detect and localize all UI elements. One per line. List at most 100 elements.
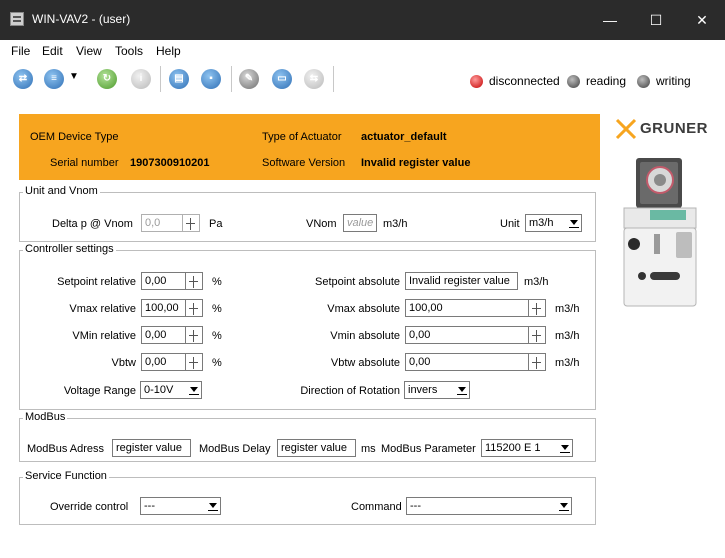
service-function-title: Service Function (23, 470, 109, 482)
direction-rotation-value: invers (408, 384, 438, 396)
title-bar: WIN-VAV2 - (user) — ☐ ✕ (0, 0, 725, 40)
vmax-absolute-spinner[interactable] (529, 299, 546, 317)
device-info-panel (19, 114, 600, 180)
vbtw-spinner[interactable] (186, 353, 203, 371)
app-icon (10, 12, 24, 26)
window-title: WIN-VAV2 - (user) (32, 12, 131, 26)
disconnected-label: disconnected (489, 74, 560, 88)
direction-rotation-label: Direction of Rotation (300, 385, 400, 397)
software-version-label: Software Version (262, 157, 346, 169)
vbtw-unit: % (212, 357, 222, 369)
vbtw-absolute-unit: m3/h (555, 357, 580, 369)
vmax-relative-unit: % (212, 303, 222, 315)
command-select[interactable]: --- (406, 497, 572, 515)
setpoint-relative-field[interactable]: 0,00 (141, 272, 186, 290)
modbus-delay-label: ModBus Delay (199, 443, 271, 455)
vmin-absolute-spinner[interactable] (529, 326, 546, 344)
vbtw-field[interactable]: 0,00 (141, 353, 186, 371)
vbtw-label: Vbtw (111, 357, 136, 369)
override-control-select[interactable]: --- (140, 497, 221, 515)
toolbar-separator (231, 66, 232, 92)
controller-settings-title: Controller settings (23, 243, 116, 255)
vmax-absolute-unit: m3/h (555, 303, 580, 315)
writing-led-icon (637, 75, 650, 88)
vbtw-absolute-label: Vbtw absolute (330, 357, 400, 369)
vnom-unit: m3/h (383, 218, 408, 230)
reading-label: reading (586, 74, 627, 88)
info-icon[interactable]: i (131, 69, 151, 89)
maximize-button[interactable]: ☐ (633, 0, 679, 40)
vmax-relative-label: Vmax relative (69, 303, 136, 315)
toolbar-dropdown-arrow[interactable]: ▼ (69, 71, 79, 82)
vmin-relative-spinner[interactable] (186, 326, 203, 344)
command-value: --- (410, 500, 421, 512)
toolbar-separator (333, 66, 334, 92)
menu-tools[interactable]: Tools (115, 44, 143, 58)
actuator-type-value: actuator_default (361, 131, 447, 143)
modbus-address-field[interactable]: register value (112, 439, 191, 457)
setpoint-absolute-field[interactable]: Invalid register value (405, 272, 518, 290)
setpoint-absolute-unit: m3/h (524, 276, 549, 288)
vbtw-absolute-spinner[interactable] (529, 353, 546, 371)
connect-icon[interactable]: ⇄ (13, 69, 33, 89)
override-control-value: --- (144, 500, 155, 512)
menu-file[interactable]: File (11, 44, 30, 58)
vmin-absolute-unit: m3/h (555, 330, 580, 342)
modbus-delay-unit: ms (361, 443, 376, 455)
oem-device-type-label: OEM Device Type (30, 131, 119, 143)
menu-edit[interactable]: Edit (42, 44, 63, 58)
vnom-field[interactable]: value (343, 214, 377, 232)
folder-icon[interactable]: ▭ (272, 69, 292, 89)
print-icon[interactable]: ▤ (169, 69, 189, 89)
save-icon[interactable]: ▪ (201, 69, 221, 89)
delta-p-label: Delta p @ Vnom (52, 218, 133, 230)
vmax-relative-field[interactable]: 100,00 (141, 299, 186, 317)
command-label: Command (351, 501, 402, 513)
unit-vnom-title: Unit and Vnom (23, 185, 100, 197)
unit-label: Unit (500, 218, 520, 230)
vmin-relative-field[interactable]: 0,00 (141, 326, 186, 344)
unit-select[interactable]: m3/h (525, 214, 582, 232)
modbus-parameter-value: 115200 E 1 (485, 442, 541, 454)
open-dropdown-icon[interactable]: ≡ (44, 69, 64, 89)
unit-vnom-group (19, 192, 596, 242)
chevron-down-icon (560, 445, 570, 453)
modbus-parameter-select[interactable]: 115200 E 1 (481, 439, 573, 457)
chevron-down-icon (189, 387, 199, 395)
setpoint-relative-unit: % (212, 276, 222, 288)
vmin-absolute-field[interactable]: 0,00 (405, 326, 529, 344)
edit-icon[interactable]: ✎ (239, 69, 259, 89)
vbtw-absolute-field[interactable]: 0,00 (405, 353, 529, 371)
vmax-absolute-field[interactable]: 100,00 (405, 299, 529, 317)
disconnected-led-icon (470, 75, 483, 88)
menu-view[interactable]: View (76, 44, 102, 58)
delta-p-spinner[interactable] (183, 214, 200, 232)
vnom-label: VNom (306, 218, 337, 230)
menu-bar (0, 40, 725, 62)
vmin-relative-label: VMin relative (72, 330, 136, 342)
modbus-parameter-label: ModBus Parameter (381, 443, 476, 455)
voltage-range-select[interactable]: 0-10V (140, 381, 202, 399)
delta-p-field[interactable]: 0,0 (141, 214, 183, 232)
setpoint-relative-spinner[interactable] (186, 272, 203, 290)
vmin-absolute-label: Vmin absolute (330, 330, 400, 342)
override-control-label: Override control (50, 501, 129, 513)
setpoint-absolute-label: Setpoint absolute (314, 276, 400, 288)
setpoint-relative-label: Setpoint relative (57, 276, 136, 288)
direction-rotation-select[interactable]: invers (404, 381, 470, 399)
menu-help[interactable]: Help (156, 44, 181, 58)
modbus-delay-field[interactable]: register value (277, 439, 356, 457)
modbus-address-label: ModBus Adress (27, 443, 105, 455)
compare-icon[interactable]: ⇆ (304, 69, 324, 89)
chevron-down-icon (457, 387, 467, 395)
reading-led-icon (567, 75, 580, 88)
refresh-icon[interactable]: ↻ (97, 69, 117, 89)
vmin-relative-unit: % (212, 330, 222, 342)
software-version-value: Invalid register value (361, 157, 471, 169)
close-button[interactable]: ✕ (679, 0, 725, 40)
chevron-down-icon (569, 220, 579, 228)
vmax-relative-spinner[interactable] (186, 299, 203, 317)
chevron-down-icon (208, 503, 218, 511)
serial-number-value: 1907300910201 (130, 157, 210, 169)
minimize-button[interactable]: — (587, 0, 633, 40)
